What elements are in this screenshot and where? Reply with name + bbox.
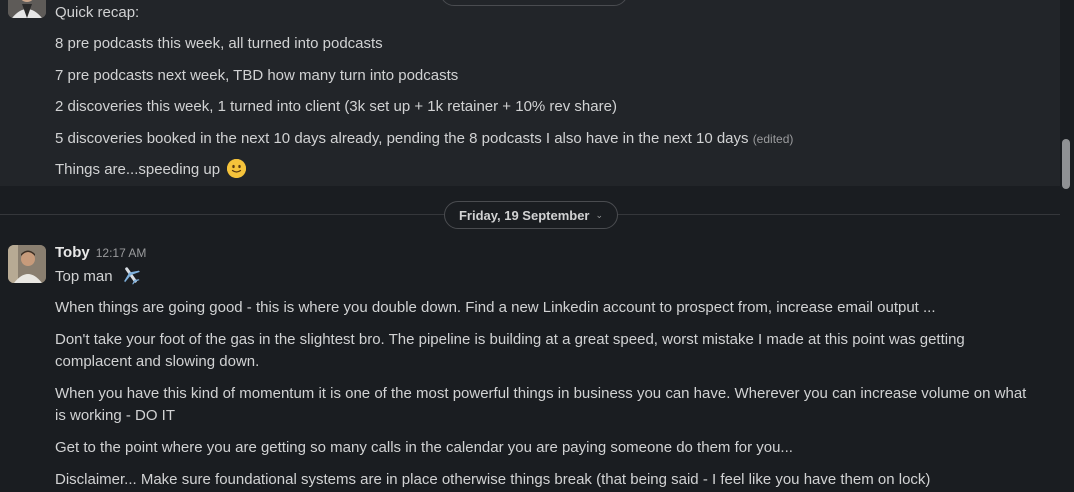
- date-divider-label: Friday, 19 September: [458, 207, 590, 223]
- message-line: Quick recap:: [55, 4, 140, 21]
- message-line: 7 pre podcasts next week, TBD how many t…: [55, 67, 459, 84]
- chevron-down-icon: ⌄: [595, 209, 604, 220]
- avatar-toby[interactable]: [8, 245, 46, 283]
- avatar[interactable]: [8, 0, 46, 18]
- message-line: When things are going good - this is whe…: [55, 299, 936, 316]
- message-line: Don't take your foot of the gas in the s…: [55, 331, 965, 370]
- edited-label: (edited): [752, 132, 794, 146]
- date-divider-button[interactable]: Friday, 19 September ⌄: [444, 201, 618, 229]
- message-line: 5 discoveries booked in the next 10 days…: [55, 128, 1040, 150]
- message-line: Top man: [55, 265, 1040, 292]
- message-text: 5 discoveries booked in the next 10 days…: [55, 130, 749, 147]
- message-line: 2 discoveries this week, 1 turned into c…: [55, 98, 617, 115]
- message-line: Disclaimer... Make sure foundational sys…: [55, 471, 931, 488]
- scrollbar-thumb[interactable]: [1062, 139, 1070, 189]
- message-line: Get to the point where you are getting s…: [55, 439, 793, 456]
- timestamp[interactable]: 12:17 AM: [96, 246, 147, 260]
- message-line: Things are...speeding up: [55, 159, 1040, 181]
- message-line: 8 pre podcasts this week, all turned int…: [55, 35, 383, 52]
- slightly-smiling-face-icon: [227, 159, 247, 178]
- message-header: Toby 12:17 AM: [55, 244, 146, 261]
- message-text: Things are...speeding up: [55, 161, 221, 178]
- sender-name[interactable]: Toby: [55, 244, 90, 261]
- airplane-icon: [120, 265, 142, 292]
- message-pane: Quick recap: 8 pre podcasts this week, a…: [0, 0, 1074, 492]
- message-text: Top man: [55, 268, 113, 285]
- message-line: When you have this kind of momentum it i…: [55, 385, 1027, 424]
